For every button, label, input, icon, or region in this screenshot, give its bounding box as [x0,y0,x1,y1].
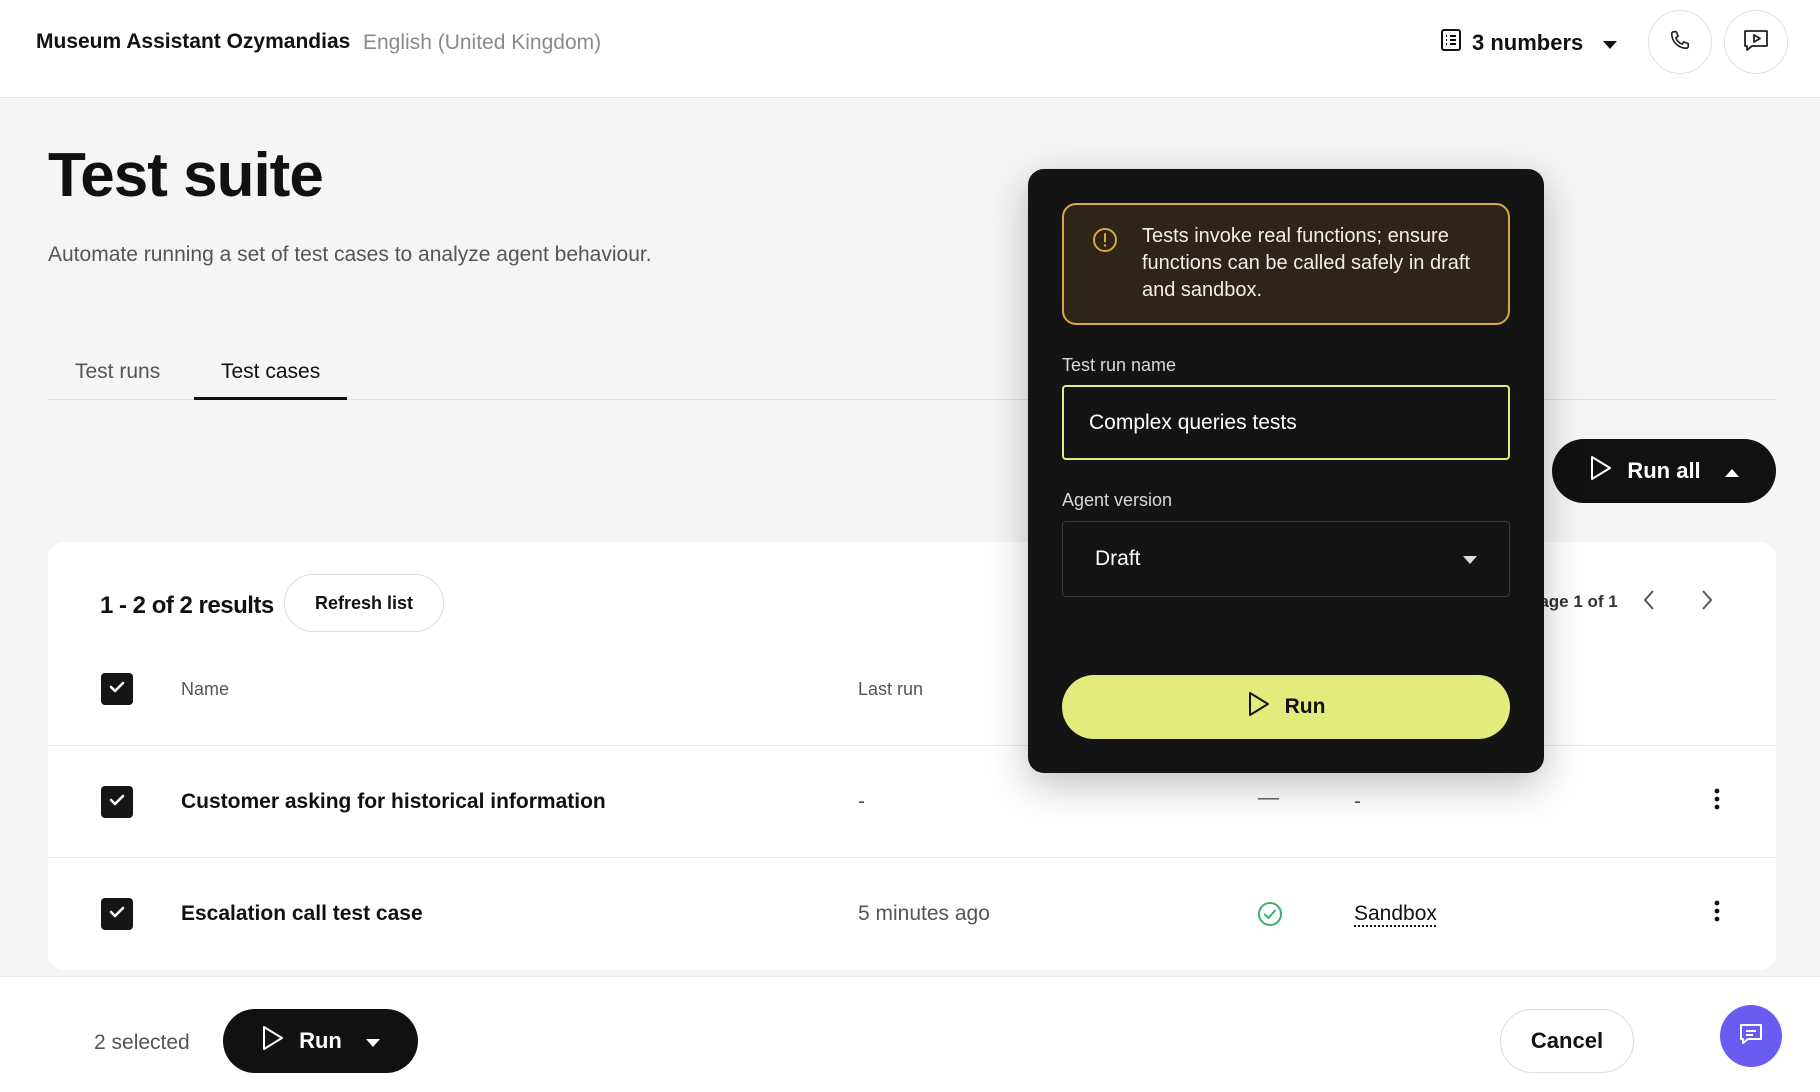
run-test-button[interactable]: Run [1062,675,1510,739]
previous-page-button[interactable] [1629,582,1669,622]
environment-link[interactable]: Sandbox [1354,902,1437,926]
support-chat-button[interactable] [1720,1005,1782,1067]
warning-circle-icon [1092,227,1118,258]
run-all-label: Run all [1627,458,1701,483]
test-case-name[interactable]: Escalation call test case [181,902,423,926]
run-label: Run [1284,695,1326,718]
page-title: Test suite [48,141,324,210]
run-tests-popover: Tests invoke real functions; ensure func… [1028,169,1544,773]
top-bar: Museum Assistant Ozymandias English (Uni… [0,0,1820,98]
warning-text: Tests invoke real functions; ensure func… [1142,225,1470,301]
row-checkbox[interactable] [101,898,133,930]
test-run-name-label: Test run name [1062,355,1177,375]
cancel-button[interactable]: Cancel [1500,1009,1634,1073]
caret-down-icon [365,1028,380,1054]
last-run-value: 5 minutes ago [858,902,990,925]
select-all-checkbox[interactable] [101,673,133,705]
tab-test-runs[interactable]: Test runs [48,360,187,400]
row-checkbox[interactable] [101,786,133,818]
list-icon [1440,28,1462,58]
run-label: Run [299,1028,342,1053]
test-case-name[interactable]: Customer asking for historical informati… [181,790,606,814]
chat-icon [1738,1022,1764,1051]
message-play-icon [1743,28,1769,57]
phone-icon [1669,29,1691,56]
run-all-button[interactable]: Run all [1552,439,1776,503]
agent-version-label: Agent version [1062,490,1173,510]
numbers-label: 3 numbers [1472,30,1584,55]
agent-language: English (United Kingdom) [363,31,602,54]
play-icon [261,1025,285,1057]
caret-down-icon [1603,30,1618,56]
call-button[interactable] [1648,10,1712,74]
chevron-right-icon [1700,589,1714,616]
tab-test-cases[interactable]: Test cases [194,360,348,400]
numbers-dropdown[interactable]: 3 numbers [1440,28,1618,58]
check-icon [109,905,125,923]
agent-version-value: Draft [1095,547,1141,570]
environment-value: - [1354,790,1361,813]
row-divider [48,857,1776,858]
caret-up-icon [1724,458,1739,484]
run-selected-button[interactable]: Run [223,1009,418,1073]
status-passed-icon [1256,900,1284,933]
agent-version-select[interactable]: Draft [1062,521,1510,597]
next-page-button[interactable] [1687,582,1727,622]
chat-preview-button[interactable] [1724,10,1788,74]
more-vertical-icon [1714,900,1720,927]
play-icon [1247,691,1271,723]
check-icon [109,793,125,811]
agent-name: Museum Assistant Ozymandias [36,30,351,53]
column-header-name[interactable]: Name [181,679,229,700]
page-subtitle: Automate running a set of test cases to … [48,243,652,266]
check-icon [109,680,125,698]
more-vertical-icon [1714,788,1720,815]
column-header-last-run[interactable]: Last run [858,679,923,700]
last-run-value: - [858,790,865,813]
test-run-name-input[interactable] [1062,385,1510,460]
row-actions-button[interactable] [1702,786,1732,816]
selected-count: 2 selected [94,1031,190,1054]
warning-banner: Tests invoke real functions; ensure func… [1062,203,1510,325]
row-actions-button[interactable] [1702,898,1732,928]
status-value: — [1258,786,1279,809]
refresh-list-button[interactable]: Refresh list [284,574,444,632]
results-count: 1 - 2 of 2 results [100,592,274,619]
play-icon [1589,455,1613,487]
caret-down-icon [1463,547,1477,571]
selection-action-bar: 2 selected Run Cancel [0,976,1820,1092]
chevron-left-icon [1642,589,1656,616]
